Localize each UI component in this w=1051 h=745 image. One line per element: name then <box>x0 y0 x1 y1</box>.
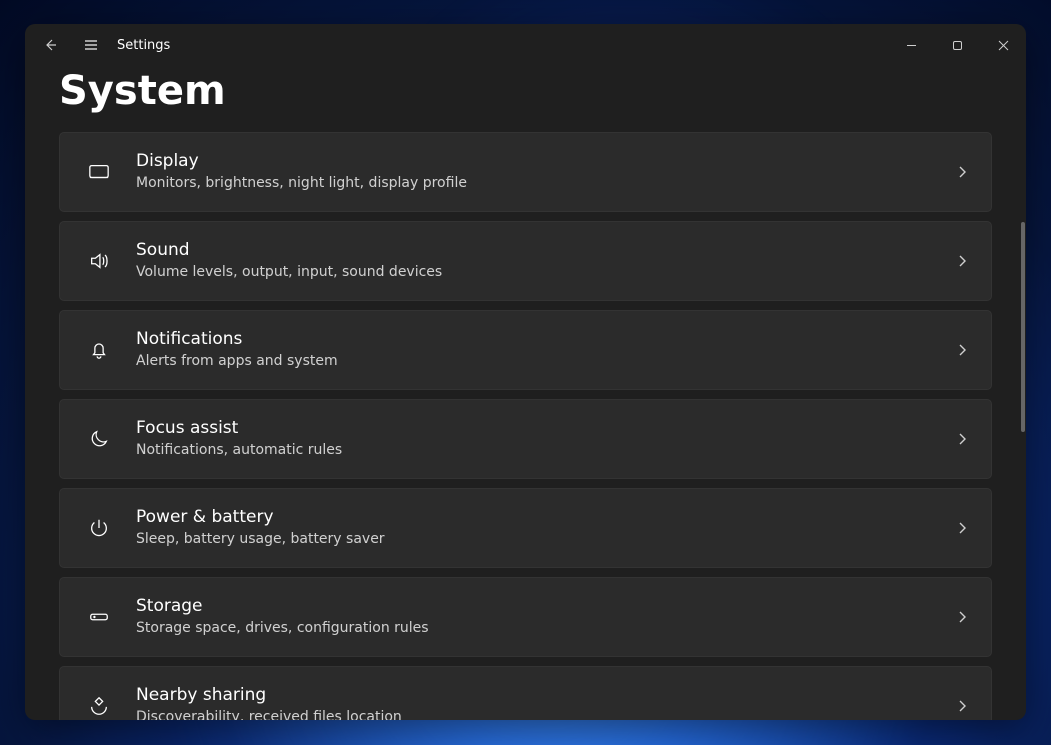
settings-item-title: Power & battery <box>136 507 955 528</box>
settings-item-subtitle: Volume levels, output, input, sound devi… <box>136 263 955 282</box>
settings-item-sound[interactable]: Sound Volume levels, output, input, soun… <box>59 221 992 301</box>
chevron-right-icon <box>955 521 969 535</box>
bell-icon <box>82 339 116 361</box>
titlebar: Settings <box>25 24 1026 66</box>
settings-item-subtitle: Notifications, automatic rules <box>136 441 955 460</box>
settings-item-display[interactable]: Display Monitors, brightness, night ligh… <box>59 132 992 212</box>
settings-item-title: Focus assist <box>136 418 955 439</box>
nav-menu-button[interactable] <box>71 25 111 65</box>
chevron-right-icon <box>955 610 969 624</box>
settings-window: Settings System Display Monitor <box>25 24 1026 720</box>
settings-item-subtitle: Alerts from apps and system <box>136 352 955 371</box>
back-button[interactable] <box>31 25 71 65</box>
settings-item-storage[interactable]: Storage Storage space, drives, configura… <box>59 577 992 657</box>
chevron-right-icon <box>955 254 969 268</box>
settings-item-title: Storage <box>136 596 955 617</box>
chevron-right-icon <box>955 165 969 179</box>
chevron-right-icon <box>955 432 969 446</box>
settings-item-subtitle: Monitors, brightness, night light, displ… <box>136 174 955 193</box>
settings-item-nearby-sharing[interactable]: Nearby sharing Discoverability, received… <box>59 666 992 720</box>
storage-icon <box>82 606 116 628</box>
nearby-icon <box>82 695 116 717</box>
maximize-button[interactable] <box>934 29 980 61</box>
minimize-button[interactable] <box>888 29 934 61</box>
scrollbar-thumb[interactable] <box>1021 222 1025 432</box>
settings-item-title: Notifications <box>136 329 955 350</box>
chevron-right-icon <box>955 343 969 357</box>
settings-item-title: Nearby sharing <box>136 685 955 706</box>
page-header: System <box>25 66 1026 132</box>
app-title: Settings <box>117 38 170 53</box>
page-title: System <box>59 68 992 114</box>
settings-item-title: Display <box>136 151 955 172</box>
settings-item-subtitle: Discoverability, received files location <box>136 708 955 720</box>
settings-item-subtitle: Storage space, drives, configuration rul… <box>136 619 955 638</box>
settings-list: Display Monitors, brightness, night ligh… <box>25 132 1026 720</box>
moon-icon <box>82 428 116 450</box>
sound-icon <box>82 250 116 272</box>
power-icon <box>82 517 116 539</box>
settings-item-subtitle: Sleep, battery usage, battery saver <box>136 530 955 549</box>
chevron-right-icon <box>955 699 969 713</box>
settings-item-focus-assist[interactable]: Focus assist Notifications, automatic ru… <box>59 399 992 479</box>
settings-item-title: Sound <box>136 240 955 261</box>
settings-item-power-battery[interactable]: Power & battery Sleep, battery usage, ba… <box>59 488 992 568</box>
settings-item-notifications[interactable]: Notifications Alerts from apps and syste… <box>59 310 992 390</box>
display-icon <box>82 161 116 183</box>
close-button[interactable] <box>980 29 1026 61</box>
